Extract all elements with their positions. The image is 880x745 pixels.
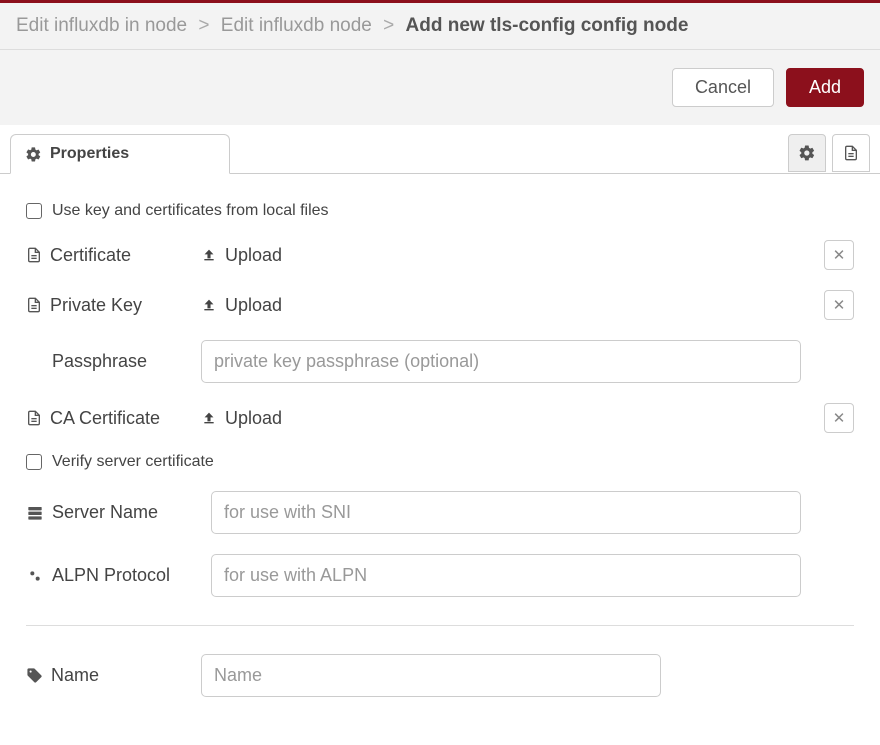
ca-certificate-row: CA Certificate Upload ✕	[26, 393, 854, 443]
private-key-upload-label: Upload	[225, 295, 282, 316]
file-text-icon	[26, 409, 42, 427]
close-icon: ✕	[833, 296, 846, 314]
server-name-label-text: Server Name	[52, 502, 158, 523]
verify-label: Verify server certificate	[52, 453, 214, 471]
certificate-label: Certificate	[26, 245, 191, 266]
private-key-clear-button[interactable]: ✕	[824, 290, 854, 320]
server-name-row: Server Name	[26, 481, 854, 544]
private-key-upload-button[interactable]: Upload	[201, 295, 282, 316]
passphrase-label-text: Passphrase	[52, 351, 147, 372]
certificate-clear-button[interactable]: ✕	[824, 240, 854, 270]
properties-tab[interactable]: Properties	[10, 134, 230, 174]
certificate-row: Certificate Upload ✕	[26, 230, 854, 280]
gear-icon	[798, 144, 816, 162]
verify-checkbox[interactable]	[26, 454, 42, 470]
passphrase-input[interactable]	[201, 340, 801, 383]
action-bar: Cancel Add	[0, 50, 880, 126]
settings-tab-button[interactable]	[788, 134, 826, 172]
add-button[interactable]: Add	[786, 68, 864, 107]
close-icon: ✕	[833, 409, 846, 427]
use-local-files-label: Use key and certificates from local file…	[52, 202, 329, 220]
passphrase-row: Passphrase	[26, 330, 854, 393]
upload-icon	[201, 410, 217, 426]
docs-tab-button[interactable]	[832, 134, 870, 172]
properties-tab-label: Properties	[50, 145, 129, 163]
breadcrumb: Edit influxdb in node > Edit influxdb no…	[0, 3, 880, 50]
ca-certificate-label-text: CA Certificate	[50, 408, 160, 429]
name-label: Name	[26, 665, 191, 686]
tag-icon	[26, 667, 43, 684]
close-icon: ✕	[833, 246, 846, 264]
server-name-label: Server Name	[26, 502, 201, 523]
ca-certificate-clear-button[interactable]: ✕	[824, 403, 854, 433]
private-key-label: Private Key	[26, 295, 191, 316]
gear-icon	[25, 146, 42, 163]
breadcrumb-link-1[interactable]: Edit influxdb in node	[16, 15, 187, 36]
name-row: Name	[26, 644, 854, 707]
upload-icon	[201, 297, 217, 313]
use-local-files-checkbox[interactable]	[26, 203, 42, 219]
divider	[26, 625, 854, 626]
use-local-files-row: Use key and certificates from local file…	[26, 192, 854, 230]
passphrase-label: Passphrase	[26, 351, 191, 372]
server-icon	[26, 505, 44, 521]
alpn-label-text: ALPN Protocol	[52, 565, 170, 586]
private-key-row: Private Key Upload ✕	[26, 280, 854, 330]
alpn-label: ALPN Protocol	[26, 565, 201, 586]
tabs-row: Properties	[0, 125, 880, 174]
alpn-row: ALPN Protocol	[26, 544, 854, 607]
breadcrumb-separator: >	[192, 15, 215, 36]
breadcrumb-link-2[interactable]: Edit influxdb node	[221, 15, 372, 36]
form: Use key and certificates from local file…	[0, 174, 880, 725]
name-input[interactable]	[201, 654, 661, 697]
certificate-upload-label: Upload	[225, 245, 282, 266]
file-icon	[843, 144, 859, 162]
upload-icon	[201, 247, 217, 263]
certificate-upload-button[interactable]: Upload	[201, 245, 282, 266]
alpn-input[interactable]	[211, 554, 801, 597]
server-name-input[interactable]	[211, 491, 801, 534]
breadcrumb-current: Add new tls-config config node	[406, 15, 689, 36]
ca-certificate-label: CA Certificate	[26, 408, 191, 429]
cancel-button[interactable]: Cancel	[672, 68, 774, 107]
ca-certificate-upload-button[interactable]: Upload	[201, 408, 282, 429]
ca-certificate-upload-label: Upload	[225, 408, 282, 429]
file-text-icon	[26, 296, 42, 314]
verify-row: Verify server certificate	[26, 443, 854, 481]
file-text-icon	[26, 246, 42, 264]
certificate-label-text: Certificate	[50, 245, 131, 266]
private-key-label-text: Private Key	[50, 295, 142, 316]
name-label-text: Name	[51, 665, 99, 686]
breadcrumb-separator: >	[377, 15, 400, 36]
gears-icon	[26, 568, 44, 584]
